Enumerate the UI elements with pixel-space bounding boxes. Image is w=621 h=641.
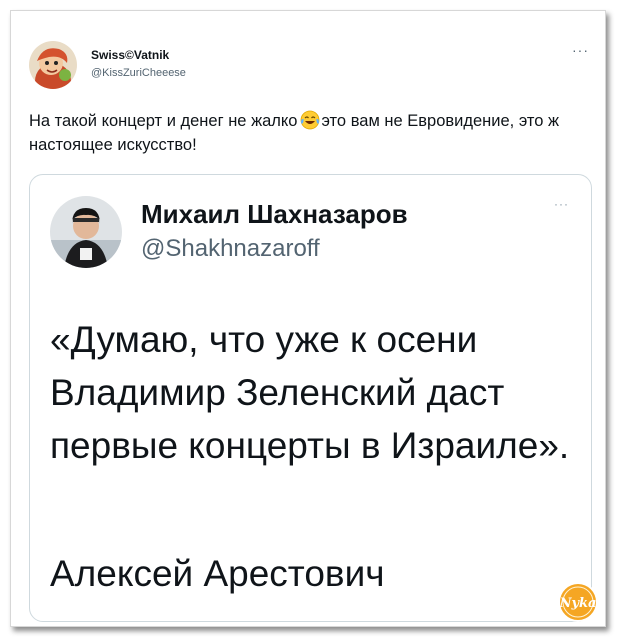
nyka-watermark-logo: Nyka bbox=[557, 581, 599, 623]
tweet-text-part-1: На такой концерт и денег не жалко bbox=[29, 112, 298, 130]
quoted-tweet[interactable]: Михаил Шахназаров @Shakhnazaroff ··· «Ду… bbox=[29, 174, 592, 622]
quoted-author-name[interactable]: Михаил Шахназаров bbox=[141, 199, 408, 230]
author-avatar[interactable] bbox=[29, 41, 77, 89]
quoted-tweet-text: «Думаю, что уже к осени Владимир Зеленск… bbox=[50, 319, 570, 466]
quoted-author-avatar[interactable] bbox=[50, 196, 122, 268]
more-options-icon[interactable]: ··· bbox=[572, 43, 589, 57]
author-handle[interactable]: @KissZuriCheeese bbox=[91, 67, 186, 79]
tweet-text: На такой концерт и денег не жалко это ва… bbox=[29, 109, 594, 157]
author-name[interactable]: Swiss©Vatnik bbox=[91, 48, 169, 62]
face-with-tears-of-joy-icon bbox=[300, 110, 320, 130]
svg-text:Nyka: Nyka bbox=[559, 596, 597, 611]
tweet-card: Swiss©Vatnik @KissZuriCheeese ··· На так… bbox=[10, 10, 606, 627]
quoted-more-options-icon: ··· bbox=[554, 197, 569, 211]
quoted-tweet-attribution: Алексей Арестович bbox=[50, 553, 385, 594]
quoted-author-handle[interactable]: @Shakhnazaroff bbox=[141, 235, 320, 263]
